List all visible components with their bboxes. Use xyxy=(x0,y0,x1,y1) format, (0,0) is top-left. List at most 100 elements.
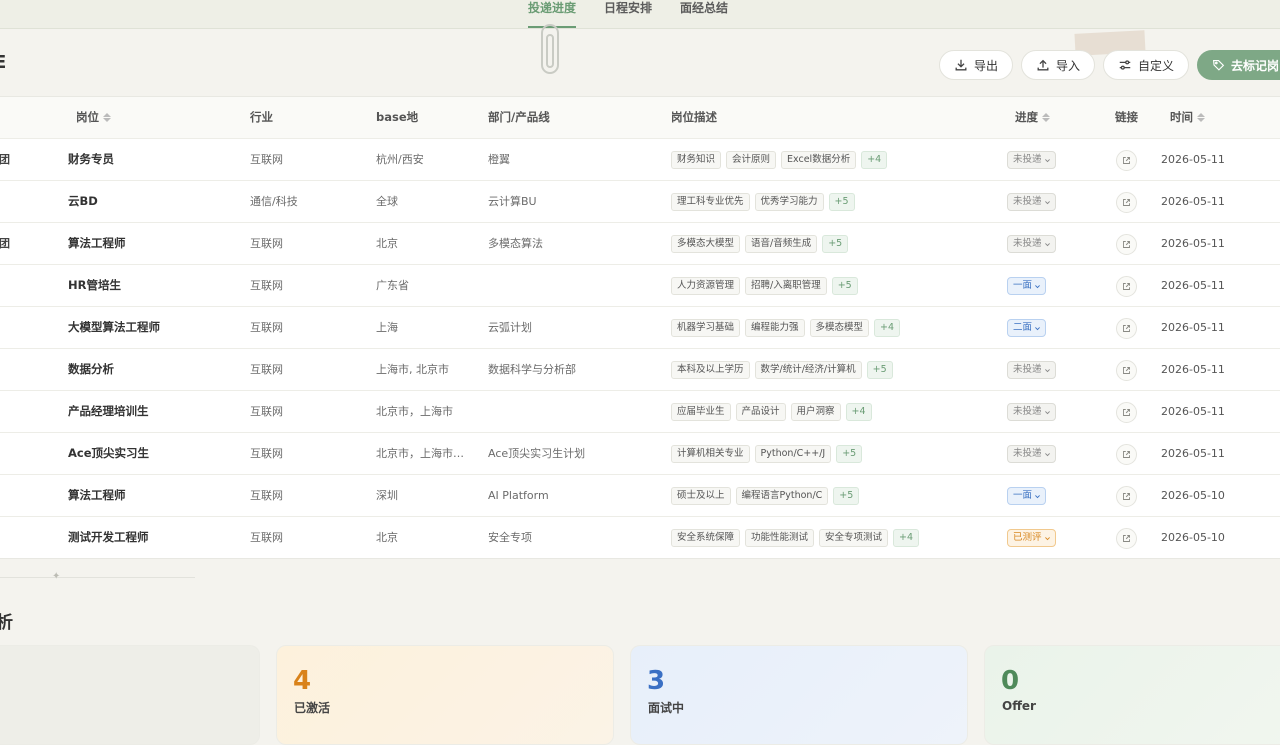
external-link-button[interactable] xyxy=(1116,402,1137,423)
table-row[interactable]: 数据分析 互联网 上海市, 北京市 数据科学与分析部 本科及以上学历 数学/统计/… xyxy=(0,349,1280,391)
table-row[interactable]: 大模型算法工程师 互联网 上海 云弧计划 机器学习基础 编程能力强 多模态模型 +4 … xyxy=(0,307,1280,349)
external-link-button[interactable] xyxy=(1116,234,1137,255)
industry: 互联网 xyxy=(250,153,283,166)
table-row[interactable]: 产品经理培训生 互联网 北京市，上海市 应届毕业生 产品设计 用户洞察 +4 未投递 … xyxy=(0,391,1280,433)
column-title-label: 岗位 xyxy=(76,110,99,124)
more-tags-badge[interactable]: +5 xyxy=(866,361,893,379)
job-title[interactable]: 测试开发工程师 xyxy=(68,517,238,558)
external-link-button[interactable] xyxy=(1116,486,1137,507)
status-dropdown[interactable]: 已测评 xyxy=(1007,529,1056,547)
customize-label: 自定义 xyxy=(1138,58,1175,73)
download-icon xyxy=(955,59,967,71)
skill-tag: Python/C++/J xyxy=(754,445,832,463)
job-title[interactable]: 算法工程师 xyxy=(68,475,238,516)
external-link-button[interactable] xyxy=(1116,360,1137,381)
table-row[interactable]: 集团 财务专员 互联网 杭州/西安 橙翼 财务知识会计原则Excel数据分析+4… xyxy=(0,139,1280,181)
import-button[interactable]: 导入 xyxy=(1021,50,1096,80)
job-title[interactable]: Ace顶尖实习生 xyxy=(68,433,238,474)
date: 2026-05-11 xyxy=(1161,321,1225,334)
external-link-icon xyxy=(1123,409,1130,416)
table-row[interactable]: HR管培生 互联网 广东省 人力资源管理 招聘/入离职管理 +5 一面 2026-0… xyxy=(0,265,1280,307)
status-dropdown[interactable]: 未投递 xyxy=(1007,361,1056,379)
date: 2026-05-10 xyxy=(1161,489,1225,502)
tab-interview-notes[interactable]: 面经总结 xyxy=(680,0,728,28)
status-label: 未投递 xyxy=(1013,196,1042,207)
stat-card-offer: 0 Offer xyxy=(984,645,1280,745)
column-header-progress[interactable]: 进度 xyxy=(1015,97,1050,138)
stat-value: 4 xyxy=(293,666,312,696)
more-tags-badge[interactable]: +4 xyxy=(861,151,888,169)
stat-label: Offer xyxy=(1002,699,1036,713)
sort-icon[interactable] xyxy=(103,113,111,122)
customize-button[interactable]: 自定义 xyxy=(1103,50,1190,80)
export-button[interactable]: 导出 xyxy=(939,50,1014,80)
status-dropdown[interactable]: 未投递 xyxy=(1007,193,1056,211)
skill-tag: 优秀学习能力 xyxy=(754,193,824,211)
job-tags: 本科及以上学历 数学/统计/经济/计算机 +5 xyxy=(671,361,893,379)
more-tags-badge[interactable]: +5 xyxy=(822,235,849,253)
job-title[interactable]: HR管培生 xyxy=(68,265,238,306)
status-dropdown[interactable]: 未投递 xyxy=(1007,445,1056,463)
job-title[interactable]: 云BD xyxy=(68,181,238,222)
table-body: 集团 财务专员 互联网 杭州/西安 橙翼 财务知识会计原则Excel数据分析+4… xyxy=(0,139,1280,558)
table-row[interactable]: Ace顶尖实习生 互联网 北京市，上海市… Ace顶尖实习生计划 计算机相关专业… xyxy=(0,433,1280,475)
job-title[interactable]: 数据分析 xyxy=(68,349,238,390)
status-dropdown[interactable]: 二面 xyxy=(1007,319,1047,337)
department: AI Platform xyxy=(488,489,549,502)
tag-icon xyxy=(1213,59,1225,71)
table-row[interactable]: 集团 算法工程师 互联网 北京 多模态算法 多模态大模型语音/音频生成+5 未投… xyxy=(0,223,1280,265)
table-row[interactable]: 算法工程师 互联网 深圳 AI Platform 硕士及以上 编程语言Python… xyxy=(0,475,1280,517)
skill-tag: 编程语言Python/C xyxy=(735,487,829,505)
table-row[interactable]: 云BD 通信/科技 全球 云计算BU 理工科专业优先 优秀学习能力 +5 未投递 2… xyxy=(0,181,1280,223)
status-dropdown[interactable]: 未投递 xyxy=(1007,403,1056,421)
mark-button[interactable]: 去标记岗 xyxy=(1197,50,1280,80)
column-header-time[interactable]: 时间 xyxy=(1170,97,1205,138)
tab-schedule[interactable]: 日程安排 xyxy=(604,0,652,28)
more-tags-badge[interactable]: +4 xyxy=(845,403,872,421)
more-tags-badge[interactable]: +4 xyxy=(874,319,901,337)
job-title[interactable]: 产品经理培训生 xyxy=(68,391,238,432)
industry: 互联网 xyxy=(250,405,283,418)
job-tags: 应届毕业生 产品设计 用户洞察 +4 xyxy=(671,403,872,421)
location: 北京 xyxy=(376,531,398,544)
more-tags-badge[interactable]: +5 xyxy=(836,445,863,463)
column-header-title[interactable]: 岗位 xyxy=(76,97,111,138)
status-dropdown[interactable]: 未投递 xyxy=(1007,151,1056,169)
status-dropdown[interactable]: 一面 xyxy=(1007,487,1047,505)
status-label: 一面 xyxy=(1013,490,1033,501)
external-link-icon xyxy=(1123,367,1130,374)
status-dropdown[interactable]: 未投递 xyxy=(1007,235,1056,253)
more-tags-badge[interactable]: +5 xyxy=(833,487,860,505)
location: 深圳 xyxy=(376,489,398,502)
external-link-button[interactable] xyxy=(1116,444,1137,465)
external-link-button[interactable] xyxy=(1116,192,1137,213)
external-link-button[interactable] xyxy=(1116,276,1137,297)
location: 上海 xyxy=(376,321,398,334)
column-header-base: base地 xyxy=(376,110,419,124)
company-name: 集团 xyxy=(0,237,10,250)
table-row[interactable]: 测试开发工程师 互联网 北京 安全专项 安全系统保障 功能性能测试 安全专项测试 +4… xyxy=(0,517,1280,558)
date: 2026-05-11 xyxy=(1161,405,1225,418)
job-title[interactable]: 算法工程师 xyxy=(68,223,238,264)
stat-value: 3 xyxy=(647,666,666,696)
industry: 互联网 xyxy=(250,279,283,292)
date: 2026-05-11 xyxy=(1161,153,1225,166)
job-tags: 机器学习基础 编程能力强 多模态模型 +4 xyxy=(671,319,901,337)
job-title[interactable]: 大模型算法工程师 xyxy=(68,307,238,348)
job-tags: 财务知识 会计原则 Excel数据分析 +4 xyxy=(671,151,888,169)
status-dropdown[interactable]: 一面 xyxy=(1007,277,1047,295)
job-title[interactable]: 财务专员 xyxy=(68,139,238,180)
external-link-button[interactable] xyxy=(1116,528,1137,549)
industry: 互联网 xyxy=(250,237,283,250)
skill-tag: Excel数据分析 xyxy=(781,151,857,169)
chevron-down-icon xyxy=(1044,242,1050,246)
more-tags-badge[interactable]: +4 xyxy=(893,529,920,547)
sort-icon[interactable] xyxy=(1197,113,1205,122)
sort-icon[interactable] xyxy=(1042,113,1050,122)
more-tags-badge[interactable]: +5 xyxy=(831,277,858,295)
location: 北京 xyxy=(376,237,398,250)
more-tags-badge[interactable]: +5 xyxy=(828,193,855,211)
status-label: 未投递 xyxy=(1013,448,1042,459)
external-link-button[interactable] xyxy=(1116,150,1137,171)
external-link-button[interactable] xyxy=(1116,318,1137,339)
